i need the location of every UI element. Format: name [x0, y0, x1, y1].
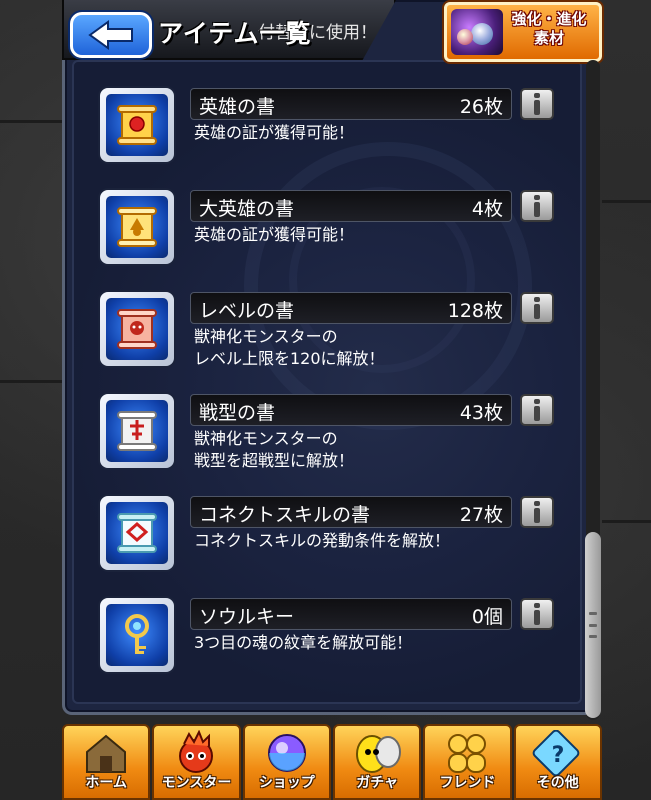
home-icon — [86, 734, 127, 773]
item-name-bar: レベルの書 128枚 — [190, 292, 512, 324]
item-name: 大英雄の書 — [199, 198, 295, 220]
material-orb-icon — [451, 9, 503, 55]
scrollbar-grip-icon — [588, 612, 598, 638]
info-icon — [532, 93, 542, 115]
nav-friend-label: フレンド — [439, 775, 496, 791]
info-button[interactable] — [520, 292, 554, 324]
item-count: 26枚 — [459, 96, 503, 118]
nav-home-button[interactable]: ホーム — [62, 724, 151, 800]
info-icon — [532, 603, 542, 625]
nav-shop-button[interactable]: ショップ — [242, 724, 331, 800]
other-icon: ? — [532, 730, 580, 776]
info-button[interactable] — [520, 496, 554, 528]
back-arrow-icon — [88, 20, 133, 50]
page-title: アイテム一覧 — [158, 19, 312, 48]
item-name: ソウルキー — [199, 606, 295, 628]
item-description: 獣神化モンスターの レベル上限を120に解放！ — [194, 326, 524, 370]
nav-friend-button[interactable]: フレンド — [423, 724, 512, 800]
hero-scroll-icon — [100, 88, 174, 162]
nav-shop-label: ショップ — [258, 775, 315, 791]
info-icon — [532, 195, 542, 217]
info-icon — [532, 297, 542, 319]
item-name: レベルの書 — [199, 300, 295, 322]
item-description-line: 獣神化モンスターの — [194, 327, 338, 346]
item-name-bar: 戦型の書 43枚 — [190, 394, 512, 426]
item-description-line: 英雄の証が獲得可能！ — [194, 123, 355, 142]
item-name-bar: 英雄の書 26枚 — [190, 88, 512, 120]
item-description-line: 3つ目の魂の紋章を解放可能！ — [194, 633, 413, 652]
back-button[interactable] — [70, 12, 152, 58]
item-name: 英雄の書 — [199, 96, 276, 118]
item-description: 英雄の証が獲得可能！ — [194, 122, 524, 144]
item-count: 27枚 — [459, 504, 503, 526]
stone-crack — [602, 200, 651, 203]
item-description-line: レベル上限を120に解放！ — [194, 349, 385, 368]
gacha-icon — [356, 735, 402, 773]
item-description: 獣神化モンスターの 戦型を超戦型に解放！ — [194, 428, 524, 472]
stone-crack — [0, 380, 62, 383]
item-name: コネクトスキルの書 — [199, 504, 371, 526]
stone-crack — [0, 120, 62, 123]
connect-skill-scroll-icon — [100, 496, 174, 570]
nav-home-label: ホーム — [85, 775, 127, 791]
nav-monster-button[interactable]: モンスター — [152, 724, 241, 800]
item-description-line: 英雄の証が獲得可能！ — [194, 225, 355, 244]
enhance-material-label: 強化・進化素材 — [511, 10, 587, 47]
list-item: コネクトスキルの書 27枚 コネクトスキルの発動条件を解放！ — [100, 496, 560, 578]
info-button[interactable] — [520, 88, 554, 120]
list-item: レベルの書 128枚 獣神化モンスターの レベル上限を120に解放！ — [100, 292, 560, 374]
item-name-bar: ソウルキー 0個 — [190, 598, 512, 630]
item-description: 3つ目の魂の紋章を解放可能！ — [194, 632, 524, 654]
item-count: 43枚 — [459, 402, 503, 424]
nav-other-label: その他 — [536, 775, 579, 791]
item-description-line: 獣神化モンスターの — [194, 429, 338, 448]
item-count: 4枚 — [471, 198, 503, 220]
list-item: 大英雄の書 4枚 英雄の証が獲得可能！ — [100, 190, 560, 272]
nav-monster-label: モンスター — [161, 775, 232, 791]
info-button[interactable] — [520, 190, 554, 222]
info-button[interactable] — [520, 598, 554, 630]
great-hero-scroll-icon — [100, 190, 174, 264]
item-name: 戦型の書 — [199, 402, 276, 424]
enhance-material-button[interactable]: 強化・進化素材 — [444, 2, 602, 62]
info-icon — [532, 501, 542, 523]
item-description-line: コネクトスキルの発動条件を解放！ — [194, 531, 451, 550]
friend-icon — [448, 734, 487, 773]
item-description: 英雄の証が獲得可能！ — [194, 224, 524, 246]
svg-text:?: ? — [551, 743, 564, 768]
item-name-bar: コネクトスキルの書 27枚 — [190, 496, 512, 528]
item-name-bar: 大英雄の書 4枚 — [190, 190, 512, 222]
bottom-nav: ホーム モンスター ショップ ガチャ フレンド ? その他 — [62, 724, 602, 800]
soul-key-icon — [100, 598, 174, 672]
list-item: 戦型の書 43枚 獣神化モンスターの 戦型を超戦型に解放！ — [100, 394, 560, 476]
item-description-line: 戦型を超戦型に解放！ — [194, 451, 355, 470]
nav-other-button[interactable]: ? その他 — [513, 724, 602, 800]
stone-crack — [602, 520, 651, 523]
item-count: 128枚 — [447, 300, 503, 322]
battle-type-scroll-icon — [100, 394, 174, 468]
item-description: コネクトスキルの発動条件を解放！ — [194, 530, 524, 552]
list-item: 英雄の書 26枚 英雄の証が獲得可能！ — [100, 88, 560, 170]
nav-gacha-button[interactable]: ガチャ — [332, 724, 422, 800]
shop-icon — [267, 734, 306, 772]
list-item: ソウルキー 0個 3つ目の魂の紋章を解放可能！ — [100, 598, 560, 680]
info-button[interactable] — [520, 394, 554, 426]
monster-icon — [179, 730, 214, 773]
info-icon — [532, 399, 542, 421]
item-count: 0個 — [471, 606, 503, 628]
nav-gacha-label: ガチャ — [356, 775, 399, 791]
level-scroll-icon — [100, 292, 174, 366]
